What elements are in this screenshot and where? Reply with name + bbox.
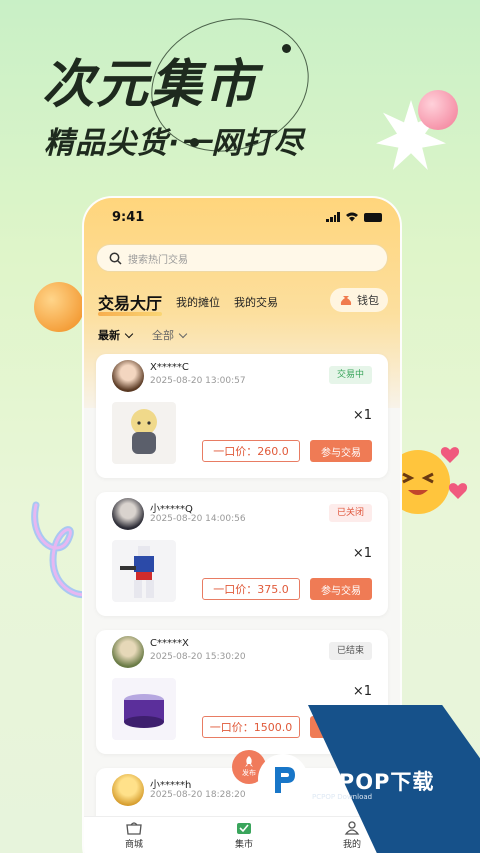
listing-time: 2025-08-20 15:30:20 [150,652,246,662]
avatar[interactable] [112,774,144,806]
status-badge: 交易中 [328,366,372,384]
tab-shop[interactable]: 商城 [104,821,164,850]
tab-market[interactable]: 集市 [214,821,274,850]
promo-title: 次元集市 [42,55,259,115]
search-bar[interactable]: 搜索热门交易 [96,244,388,272]
watermark-subtitle: PCPOP Download [312,793,373,801]
listing-user: X*****C [150,362,189,373]
join-trade-button[interactable]: 参与交易 [310,440,372,462]
status-time: 9:41 [112,210,145,225]
robot-model-image [120,546,154,598]
sort-dropdown[interactable]: 最新 [98,327,134,343]
listing-card[interactable]: 小*****Q 2025-08-20 14:00:56 已关闭 ×1 一口价：3… [96,492,388,616]
bottom-tab-bar: 商城 集市 我的 [84,816,400,853]
wallet-button[interactable]: 钱包 [330,288,388,312]
search-icon [109,252,122,265]
avatar[interactable] [112,636,144,668]
pcpop-logo [258,754,308,804]
wallet-label: 钱包 [357,294,379,307]
tab-my-trades[interactable]: 我的交易 [234,294,278,310]
shop-icon [126,822,142,835]
tab-bar-top: 交易大厅 我的摊位 我的交易 钱包 [98,288,388,316]
tab-market-label: 集市 [234,840,253,850]
status-bar: 9:41 [84,210,400,230]
listing-user: C*****X [150,638,189,649]
price-tag: 一口价：1500.0 [202,716,300,738]
price-tag: 一口价：375.0 [202,578,300,600]
plush-doll-image [131,409,157,454]
market-icon [237,823,251,834]
chevron-down-icon [178,329,188,339]
sort-label: 最新 [98,329,120,342]
category-label: 全部 [152,329,174,342]
product-image[interactable] [112,540,176,602]
orange-ball-decoration [34,282,84,332]
tab-trading-hall[interactable]: 交易大厅 [98,290,162,314]
listing-user: 小*****Q [150,504,193,515]
category-dropdown[interactable]: 全部 [152,327,188,343]
tab-mine-label: 我的 [342,840,361,850]
quantity: ×1 [352,684,372,699]
battery-icon [364,212,382,222]
quantity: ×1 [352,546,372,561]
search-placeholder: 搜索热门交易 [128,254,188,266]
chevron-down-icon [124,329,134,339]
watermark-brand: PCPOP下载 [306,770,435,794]
listing-user: 小*****h [150,780,192,791]
product-image[interactable] [112,678,176,740]
ring-dot [282,44,291,53]
tab-my-stalls[interactable]: 我的摊位 [176,294,220,310]
tab-shop-label: 商城 [124,840,143,850]
promo-subtitle: 精品尖货·一网打尽 [44,126,305,161]
pcpop-p-icon [265,761,301,797]
profile-icon [344,821,360,835]
status-badge: 已关闭 [328,504,372,522]
pink-ball-decoration [418,90,458,130]
avatar[interactable] [112,360,144,392]
publish-label: 发布 [242,769,256,777]
listing-time: 2025-08-20 14:00:56 [150,514,246,524]
listing-time: 2025-08-20 13:00:57 [150,376,246,386]
status-badge: 已结束 [328,642,372,660]
filter-row: 最新 全部 [98,326,188,344]
rocket-icon [245,756,253,767]
price-tag: 一口价：260.0 [202,440,300,462]
cream-jar-image [124,694,164,728]
avatar[interactable] [112,498,144,530]
listing-card[interactable]: X*****C 2025-08-20 13:00:57 交易中 ×1 一口价：2… [96,354,388,478]
money-bag-icon [340,296,352,305]
signal-icon [326,212,340,222]
wifi-icon [346,212,358,222]
join-trade-button[interactable]: 参与交易 [310,578,372,600]
product-image[interactable] [112,402,176,464]
listing-time: 2025-08-20 18:28:20 [150,790,246,800]
quantity: ×1 [352,408,372,423]
